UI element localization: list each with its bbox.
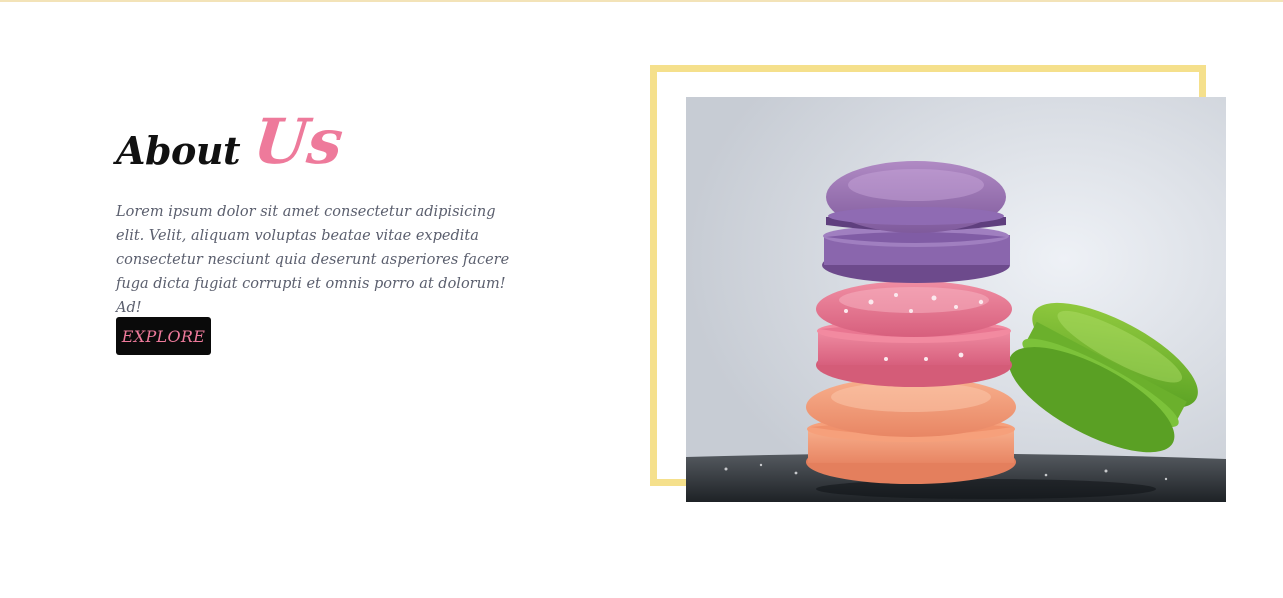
top-border-line [0, 0, 1283, 2]
heading-accent-text: Us [250, 105, 346, 179]
about-description: Lorem ipsum dolor sit amet consectetur a… [116, 204, 510, 316]
explore-button[interactable]: EXPLORE [116, 317, 211, 355]
about-section: About Us Lorem ipsum dolor sit amet cons… [0, 0, 1283, 598]
about-heading: About Us [116, 100, 536, 179]
about-text-block: About Us Lorem ipsum dolor sit amet cons… [116, 100, 536, 320]
heading-main-text: About [116, 128, 241, 173]
macarons-photo [686, 97, 1226, 502]
